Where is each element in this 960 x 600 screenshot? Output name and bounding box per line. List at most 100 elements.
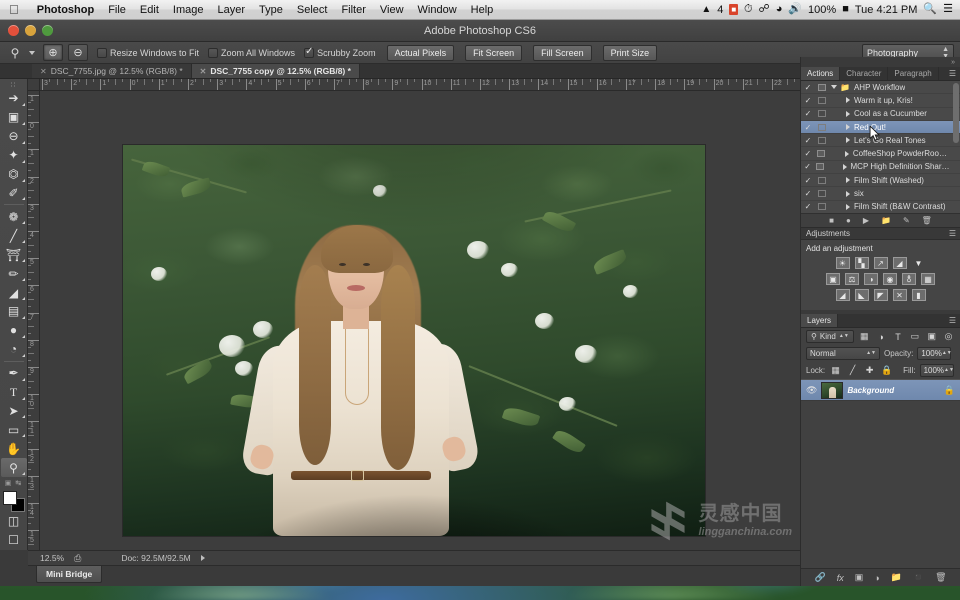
battery-icon[interactable]: ■ [842,4,849,15]
color-lookup-icon[interactable]: ▦ [921,273,935,285]
panel-grip[interactable]: ∷ [11,81,16,89]
pixel-filter-icon[interactable]: ▦ [858,331,871,342]
channel-mixer-icon[interactable]: ⚨ [902,273,916,285]
notification-center-icon[interactable]: ☰ [943,4,953,15]
posterize-icon[interactable]: ◣ [854,289,869,301]
canvas-area[interactable]: 灵感中国 lingganchina.com [40,91,800,550]
action-dialog-toggle-icon[interactable] [815,123,828,131]
path-selection-tool[interactable]: ➤ [1,402,27,421]
menu-filter[interactable]: Filter [334,0,372,20]
menu-layer[interactable]: Layer [210,0,252,20]
quick-mask-mode-icon[interactable]: ◫ [1,512,27,531]
action-toggle-checkbox[interactable]: ✓ [801,162,814,171]
horizontal-ruler[interactable]: 3210123456789101112131415161718192021222… [40,79,800,91]
adobe-icon[interactable]: ▲ [701,4,711,15]
action-row[interactable]: ✓ MCP High Definition Sharpe... [801,161,960,175]
selective-color-icon[interactable]: ✕ [892,289,907,301]
bluetooth-icon[interactable]: ☍ [759,4,770,15]
chevron-right-icon[interactable] [842,137,854,144]
menu-view[interactable]: View [373,0,411,20]
lock-transparent-icon[interactable]: ▦ [829,365,842,376]
layer-filter-kind-select[interactable]: ⚲ Kind ▲▼ [806,330,854,343]
levels-icon[interactable]: ▚ [854,257,869,269]
action-toggle-checkbox[interactable]: ✓ [801,202,815,211]
chevron-right-icon[interactable] [842,97,854,104]
vibrance-icon[interactable]: ▼ [912,257,926,269]
action-dialog-toggle-icon[interactable] [815,83,828,91]
action-toggle-checkbox[interactable]: ✓ [801,83,815,92]
tool-preset-chevron-down-icon[interactable] [29,50,35,55]
menu-type[interactable]: Type [252,0,290,20]
action-dialog-toggle-icon[interactable] [815,96,828,104]
action-row[interactable]: ✓ six [801,187,960,201]
new-group-icon[interactable]: 📁 [891,572,902,583]
action-row[interactable]: ✓ 📁 AHP Workflow [801,81,960,95]
blend-mode-select[interactable]: Normal ▲▼ [806,347,880,360]
actions-list[interactable]: ✓ 📁 AHP Workflow ✓ Warm it up, Kris! ✓ Cool as… [801,81,960,213]
color-balance-icon[interactable]: ⚖ [845,273,859,285]
fill-field[interactable]: 100% ▲▼ [919,364,954,377]
default-colors-icon[interactable]: ↹ [15,479,22,487]
print-size-button[interactable]: Print Size [602,44,658,61]
mini-bridge-tab[interactable]: Mini Bridge [36,566,103,583]
chevron-right-icon[interactable] [842,110,854,117]
action-dialog-toggle-icon[interactable] [815,176,828,184]
curves-icon[interactable]: ↗ [873,257,888,269]
gradient-tool[interactable]: ▤ [1,302,27,321]
lock-image-icon[interactable]: ╱ [846,365,859,376]
document-canvas-image[interactable] [123,145,705,536]
delete-layer-icon[interactable]: 🗑 [935,572,946,583]
link-layers-icon[interactable]: 🔗 [814,572,825,583]
action-toggle-checkbox[interactable]: ✓ [801,109,815,118]
action-dialog-toggle-icon[interactable] [815,110,828,118]
status-menu-arrow-icon[interactable] [200,555,205,561]
chevron-right-icon[interactable] [841,150,853,157]
adjustment-layer-icon[interactable]: ◑ [874,573,879,583]
actual-pixels-button[interactable]: Actual Pixels [386,44,455,61]
brush-tool[interactable]: ╱ [1,226,27,245]
photo-filter-icon[interactable]: ◉ [883,273,897,285]
chevron-down-icon[interactable] [828,85,840,90]
close-icon[interactable]: ✕ [40,67,47,76]
layer-row-background[interactable]: 👁 Background 🔒 [801,379,960,401]
menu-help[interactable]: Help [464,0,501,20]
new-action-icon[interactable]: ✎ [903,216,910,225]
zoom-out-icon[interactable]: ⊖ [68,44,88,61]
crop-tool[interactable]: ⏣ [1,165,27,184]
black-white-icon[interactable]: ◑ [864,273,878,285]
collapse-panels-icon[interactable]: » [801,57,960,67]
document-tab-dsc7755-copy[interactable]: ✕ DSC_7755 copy @ 12.5% (RGB/8) * [191,64,360,78]
action-dialog-toggle-icon[interactable] [815,190,828,198]
type-tool[interactable]: T [1,383,27,402]
blur-tool[interactable]: ● [1,321,27,340]
action-row[interactable]: ✓ Red Out! [801,120,960,135]
gradient-map-icon[interactable]: ▮ [911,289,926,301]
action-dialog-toggle-icon[interactable] [815,136,828,144]
action-row[interactable]: ✓ Warm it up, Kris! [801,94,960,108]
tab-layers[interactable]: Layers [801,314,839,327]
foreground-color-swatch[interactable] [2,491,17,506]
volume-icon[interactable]: 🔊 [788,4,802,15]
menu-select[interactable]: Select [290,0,335,20]
document-tab-dsc7755[interactable]: ✕ DSC_7755.jpg @ 12.5% (RGB/8) * [32,64,192,78]
panel-menu-icon[interactable]: ☰ [949,314,960,327]
close-icon[interactable]: ✕ [200,67,207,76]
shape-filter-icon[interactable]: ▭ [908,331,921,342]
eraser-tool[interactable]: ◢ [1,283,27,302]
action-toggle-checkbox[interactable]: ✓ [801,189,815,198]
scrubby-zoom-checkbox[interactable]: Scrubby Zoom [304,46,376,58]
spotlight-search-icon[interactable]: 🔍 [923,4,937,15]
actions-scrollbar[interactable] [953,83,959,143]
move-tool[interactable]: ➔ [1,89,27,108]
lock-all-icon[interactable]: 🔒 [880,365,893,376]
hue-saturation-icon[interactable]: ▣ [826,273,840,285]
zoom-tool[interactable]: ⚲ [0,458,27,478]
stop-icon[interactable]: ■ [829,216,834,225]
threshold-icon[interactable]: ◤ [873,289,888,301]
menu-file[interactable]: File [101,0,133,20]
action-row[interactable]: ✓ Let's Go Real Tones [801,134,960,148]
chevron-right-icon[interactable] [842,190,854,197]
tab-paragraph[interactable]: Paragraph [888,67,939,80]
screen-mode-icon[interactable]: ☐ [1,531,27,550]
exposure-icon[interactable]: ◢ [892,257,907,269]
